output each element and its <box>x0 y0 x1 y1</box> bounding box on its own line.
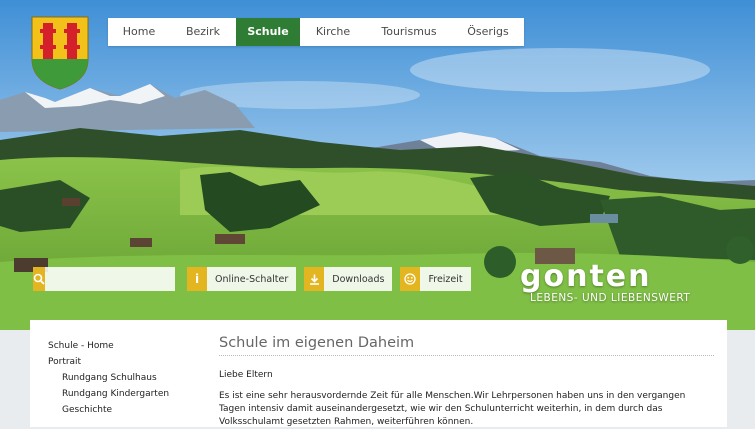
nav-item-kirche[interactable]: Kirche <box>300 18 366 46</box>
sidebar-item-schule-home[interactable]: Schule - Home <box>48 338 198 354</box>
coat-of-arms-logo[interactable] <box>30 15 90 90</box>
greeting-text: Liebe Eltern <box>219 370 273 380</box>
info-icon: i <box>187 267 207 291</box>
sidebar-navigation: Schule - Home Portrait Rundgang Schulhau… <box>48 338 198 418</box>
search-box <box>33 267 178 291</box>
sidebar-item-geschichte[interactable]: Geschichte <box>48 402 198 418</box>
main-content: Schule im eigenen Daheim Liebe Eltern Es… <box>219 335 714 429</box>
page-title: Schule im eigenen Daheim <box>219 335 714 356</box>
nav-item-bezirk[interactable]: Bezirk <box>170 18 236 46</box>
sidebar-item-rundgang-schulhaus[interactable]: Rundgang Schulhaus <box>48 370 198 386</box>
downloads-button[interactable]: Downloads <box>304 267 393 291</box>
brand-name: gonten <box>520 259 652 294</box>
nav-item-home[interactable]: Home <box>108 18 170 46</box>
search-icon[interactable] <box>33 267 45 291</box>
nav-item-tourismus[interactable]: Tourismus <box>366 18 452 46</box>
body-paragraph: Es ist eine sehr herausvordernde Zeit fü… <box>219 391 686 427</box>
brand-wordmark: gonten LEBENS- UND LIEBENSWERT <box>520 262 745 312</box>
nav-item-schule[interactable]: Schule <box>236 18 300 46</box>
download-icon <box>304 267 325 291</box>
sidebar-item-portrait[interactable]: Portrait <box>48 354 198 370</box>
main-navigation: Home Bezirk Schule Kirche Tourismus Öser… <box>108 18 524 46</box>
online-schalter-label: Online-Schalter <box>215 273 289 285</box>
downloads-label: Downloads <box>332 273 385 285</box>
online-schalter-button[interactable]: i Online-Schalter <box>187 267 297 291</box>
smiley-icon <box>400 267 421 291</box>
content-panel: Schule - Home Portrait Rundgang Schulhau… <box>30 320 727 427</box>
sidebar-item-rundgang-kindergarten[interactable]: Rundgang Kindergarten <box>48 386 198 402</box>
search-input[interactable] <box>45 267 178 291</box>
freizeit-button[interactable]: Freizeit <box>400 267 471 291</box>
freizeit-label: Freizeit <box>428 273 463 285</box>
quick-links-toolbar: i Online-Schalter Downloads Freizeit <box>33 267 479 291</box>
nav-item-oeserigs[interactable]: Öserigs <box>452 18 524 46</box>
brand-tagline: LEBENS- UND LIEBENSWERT <box>530 292 691 304</box>
